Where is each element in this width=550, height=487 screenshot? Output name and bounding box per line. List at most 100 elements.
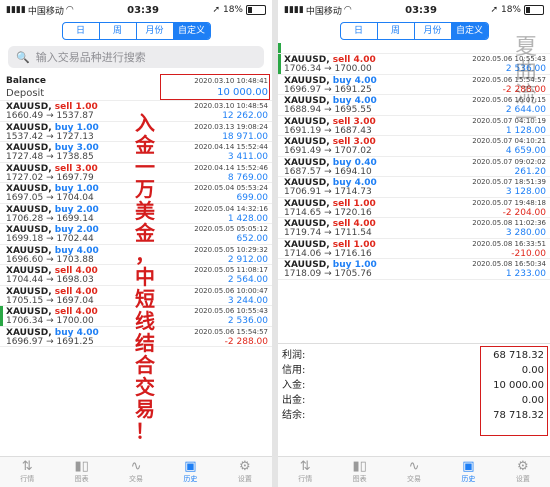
trade-row[interactable]: XAUUSD, sell 4.00 1704.44 → 1698.03 2020.0… — [0, 265, 272, 286]
trade-row[interactable]: XAUUSD, sell 1.00 1714.06 → 1716.16 2020.0… — [278, 239, 550, 259]
left-screen: ▮▮▮▮ 中国移动 ◠ 03:39 ➚ 18% 日周月份 自定义 🔍 输入交易品种… — [0, 0, 272, 487]
trade-date: 2020.05.07 19:48:18 — [472, 198, 546, 207]
tabbar-item-0[interactable]: ⇅ 行情 — [0, 457, 54, 487]
tab-3[interactable]: 自定义 — [451, 23, 488, 39]
trade-prices: 1706.34 → 1700.00 — [6, 316, 94, 326]
right-screen: ▮▮▮▮ 中国移动 ◠ 03:39 ➚ 18% 日周月份 自定义 XAUUSD, … — [278, 0, 550, 487]
history-icon: ▣ — [462, 459, 475, 474]
trade-row[interactable]: XAUUSD, buy 4.00 1696.60 → 1703.88 2020.05… — [0, 245, 272, 265]
trade-prices: 1688.94 → 1695.55 — [284, 105, 372, 115]
tabbar-item-4[interactable]: ⚙ 设置 — [218, 457, 272, 487]
trade-row[interactable]: XAUUSD, buy 4.00 1706.91 → 1714.73 2020.05… — [278, 177, 550, 198]
trade-profit: 18 971.00 — [222, 131, 268, 142]
tab-0[interactable]: 日 — [63, 23, 100, 39]
carrier-label: 中国移动 — [27, 6, 64, 17]
tab-2[interactable]: 月份 — [415, 23, 452, 39]
battery-icon — [524, 5, 544, 15]
account-summary: 利润: 68 718.32 信用: 0.00 入金: 10 000.00 出金: 0.00 结余… — [278, 343, 550, 456]
trade-row[interactable]: XAUUSD, buy 1.00 1537.42 → 1727.13 2020.03… — [0, 122, 272, 142]
battery-label: 18% — [222, 5, 243, 15]
trade-row[interactable]: XAUUSD, sell 4.00 1706.34 → 1700.00 2020.0… — [0, 306, 272, 327]
tabbar-label: 行情 — [298, 475, 313, 483]
tab-3[interactable]: 自定义 — [173, 23, 210, 39]
trade-row[interactable]: XAUUSD, buy 4.00 1696.97 → 1691.25 2020.05… — [0, 327, 272, 347]
tabbar-label: 图表 — [352, 475, 367, 483]
trade-list: XAUUSD, sell 4.00 1706.34 → 1700.00 2020.0… — [278, 43, 550, 280]
tab-0[interactable]: 日 — [341, 23, 378, 39]
search-input[interactable]: 🔍 输入交易品种进行搜索 — [8, 46, 264, 68]
tab-1[interactable]: 周 — [100, 23, 137, 39]
carrier: ▮▮▮▮ 中国移动 ◠ — [284, 4, 352, 17]
trade-row[interactable]: XAUUSD, buy 1.00 1697.05 → 1704.04 2020.05… — [0, 183, 272, 204]
balance-row[interactable]: Balance Deposit 2020.03.10 10:48:41 10 0… — [0, 74, 272, 101]
trade-profit: 3 128.00 — [505, 187, 546, 197]
trade-profit: 2 564.00 — [227, 275, 268, 285]
trade-date: 2020.05.07 04:10:19 — [472, 116, 546, 125]
status-bar: ▮▮▮▮ 中国移动 ◠ 03:39 ➚ 18% — [278, 0, 550, 20]
trade-row[interactable] — [278, 43, 550, 54]
trade-row[interactable]: XAUUSD, sell 3.00 1691.49 → 1707.02 2020.0… — [278, 136, 550, 157]
trade-prices: 1691.19 → 1687.43 — [284, 125, 372, 136]
trade-row[interactable]: XAUUSD, sell 1.00 1714.65 → 1720.16 2020.0… — [278, 198, 550, 218]
tabbar-item-3[interactable]: ▣ 历史 — [163, 457, 217, 487]
trade-date: 2020.05.06 15:54:57 — [472, 75, 546, 84]
trade-prices: 1696.97 → 1691.25 — [6, 336, 94, 347]
trade-date: 2020.05.06 10:55:43 — [472, 55, 546, 63]
trade-profit: -2 204.00 — [502, 207, 546, 218]
trade-icon: ∿ — [130, 459, 142, 474]
tabbar-item-4[interactable]: ⚙ 设置 — [496, 457, 550, 487]
trade-date: 2020.04.14 15:52:44 — [194, 143, 268, 151]
trade-row[interactable]: XAUUSD, buy 3.00 1727.48 → 1738.85 2020.04… — [0, 142, 272, 163]
tabbar-item-1[interactable]: ▮▯ 图表 — [54, 457, 108, 487]
summary-label: 出金: — [282, 395, 306, 406]
trade-row[interactable]: XAUUSD, buy 1.00 1718.09 → 1705.76 2020.05… — [278, 259, 550, 280]
settings-icon: ⚙ — [239, 459, 251, 474]
trade-row[interactable]: XAUUSD, buy 0.40 1687.57 → 1694.10 2020.05… — [278, 157, 550, 177]
trade-row[interactable]: XAUUSD, buy 2.00 1706.28 → 1699.14 2020.05… — [0, 204, 272, 224]
tabbar-label: 交易 — [407, 475, 422, 483]
trade-profit: -2 288.00 — [502, 84, 546, 95]
tabbar-item-2[interactable]: ∿ 交易 — [387, 457, 441, 487]
tabbar-item-1[interactable]: ▮▯ 图表 — [332, 457, 386, 487]
trade-row[interactable]: XAUUSD, buy 4.00 1696.97 → 1691.25 2020.05… — [278, 75, 550, 95]
trade-row[interactable]: XAUUSD, buy 4.00 1688.94 → 1695.55 2020.05… — [278, 95, 550, 116]
trade-profit: 652.00 — [236, 234, 269, 244]
trade-prices: 1699.18 → 1702.44 — [6, 234, 94, 244]
tabbar-item-2[interactable]: ∿ 交易 — [109, 457, 163, 487]
trade-prices: 1687.57 → 1694.10 — [284, 166, 372, 177]
tabbar-label: 行情 — [20, 475, 35, 483]
trade-prices: 1714.65 → 1720.16 — [284, 207, 372, 218]
trade-row[interactable]: XAUUSD, sell 4.00 1705.15 → 1697.04 2020.0… — [0, 286, 272, 306]
clock: 03:39 — [127, 4, 159, 16]
balance-sub: Deposit — [6, 88, 45, 99]
tab-1[interactable]: 周 — [378, 23, 415, 39]
trade-row[interactable]: XAUUSD, sell 4.00 1706.34 → 1700.00 2020.0… — [278, 54, 550, 75]
trade-date: 2020.05.07 18:51:39 — [472, 178, 546, 186]
trade-profit: 261.20 — [514, 166, 547, 177]
trade-row[interactable]: XAUUSD, sell 4.00 1719.74 → 1711.54 2020.0… — [278, 218, 550, 239]
trade-row[interactable]: XAUUSD, sell 3.00 1727.02 → 1697.79 2020.0… — [0, 163, 272, 183]
trade-row[interactable]: XAUUSD, sell 1.00 1660.49 → 1537.87 2020.0… — [0, 101, 272, 122]
period-segmented-control: 日周月份 自定义 — [339, 22, 489, 40]
tab-2[interactable]: 月份 — [137, 23, 174, 39]
trade-profit: 2 536.00 — [227, 316, 268, 326]
trade-date: 2020.05.07 09:02:02 — [472, 157, 546, 166]
trade-date: 2020.05.08 11:02:36 — [472, 219, 546, 227]
trade-date: 2020.05.08 16:50:34 — [472, 260, 546, 268]
trade-profit: -210.00 — [511, 248, 546, 259]
trade-row[interactable]: XAUUSD, sell 3.00 1691.19 → 1687.43 2020.0… — [278, 116, 550, 136]
trade-date: 2020.05.06 16:07:15 — [472, 96, 546, 104]
trade-prices: 1727.48 → 1738.85 — [6, 152, 94, 162]
carrier: ▮▮▮▮ 中国移动 ◠ — [6, 4, 74, 17]
tabbar-item-3[interactable]: ▣ 历史 — [441, 457, 495, 487]
trade-date: 2020.03.10 10:48:54 — [194, 102, 268, 110]
tabbar-label: 历史 — [183, 475, 198, 483]
trade-profit: 3 411.00 — [227, 152, 268, 162]
battery-icon — [246, 5, 266, 15]
tabbar-item-0[interactable]: ⇅ 行情 — [278, 457, 332, 487]
search-icon: 🔍 — [16, 50, 30, 64]
trade-row[interactable]: XAUUSD, buy 2.00 1699.18 → 1702.44 2020.05… — [0, 224, 272, 245]
trade-prices: 1706.91 → 1714.73 — [284, 187, 372, 197]
trade-profit: 2 644.00 — [505, 105, 546, 115]
trade-icon: ∿ — [408, 459, 420, 474]
